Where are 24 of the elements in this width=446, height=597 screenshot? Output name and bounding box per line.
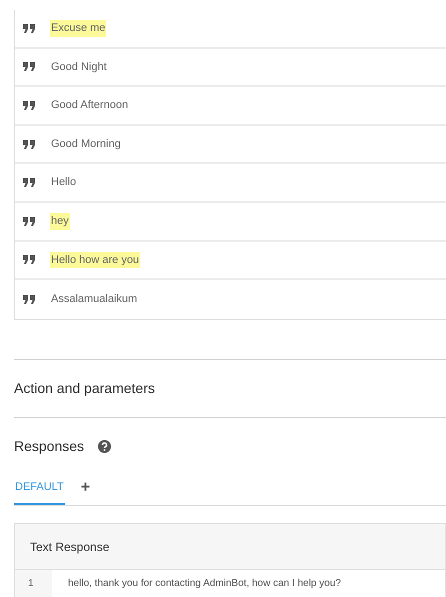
quote-icon [23,178,35,188]
training-phrase[interactable]: Hello how are you [50,252,140,268]
table-header: Text Response [15,524,445,570]
line-number: 1 [15,570,52,597]
training-phrase[interactable]: Good Morning [50,136,122,152]
quote-icon [23,140,35,149]
help-icon[interactable] [98,440,112,453]
quote-icon [23,100,35,110]
tab[interactable]: DEFAULT [14,478,65,506]
quote-icon [23,24,35,33]
section-title: Responses [14,436,84,456]
add-tab-button[interactable]: + [80,480,90,506]
quote-icon [23,216,35,226]
quote-icon [23,255,35,264]
training-phrase[interactable]: Good Night [50,58,108,76]
training-phrase[interactable]: Hello [50,174,78,191]
training-phrase[interactable]: Good Afternoon [50,97,130,114]
training-phrase[interactable]: Assalamualaikum [50,291,138,308]
quote-icon [23,294,35,304]
training-phrase[interactable]: hey [50,213,70,230]
training-phrase[interactable]: Excuse me [50,20,106,37]
response-text[interactable]: hello, thank you for contacting AdminBot, how can I help you? [52,570,341,597]
quote-icon [23,62,35,72]
section-title[interactable]: Action and parameters [14,378,155,399]
